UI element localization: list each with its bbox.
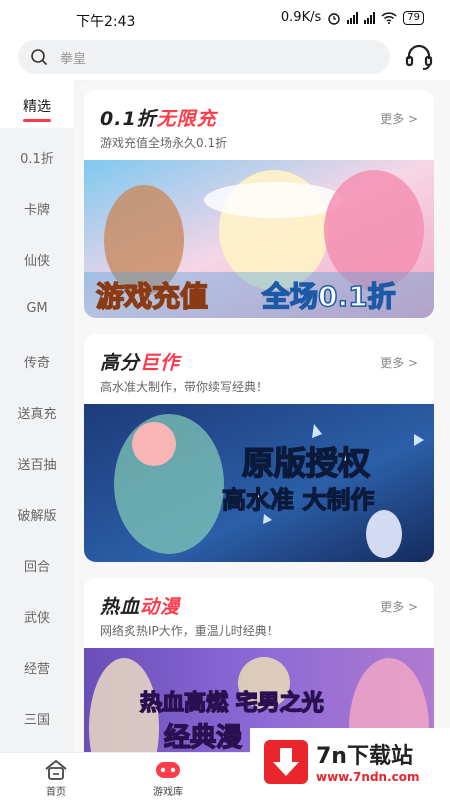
home-icon [45,759,67,780]
banner-text: 游戏充值 [96,280,208,313]
sidebar-item-xianxia[interactable]: 仙侠 [0,250,74,269]
sidebar-item-hundred-draws[interactable]: 送百抽 [0,454,74,473]
sidebar-item-three-kingdoms[interactable]: 三国 [0,709,74,728]
status-bar: 下午2:43 0.9K/s 79 [0,0,450,36]
network-speed: 0.9K/s [280,10,322,25]
banner-text: 原版授权 [242,444,370,482]
sidebar-item-label: 精选 [23,99,51,115]
sidebar-item-management[interactable]: 经营 [0,658,74,677]
sidebar-item-featured[interactable]: 精选 [0,96,74,122]
section-subtitle: 游戏充值全场永久0.1折 [100,136,228,150]
sidebar-item-gm[interactable]: GM [0,301,74,316]
wifi-icon [381,11,397,24]
nav-home[interactable]: 首页 [16,759,96,798]
search-placeholder: 拳皇 [60,51,87,67]
main-content: 0.1折无限充 游戏充值全场永久0.1折 更多 > 游戏充值 全场0.1折 高分… [74,80,450,752]
section-card-high-score: 高分巨作 高水准大制作，带你续写经典！ 更多 > 原版授权 高水准 大制作 [84,334,434,562]
status-right: 0.9K/s 79 [281,10,424,25]
site-watermark: 7n下载站 www.7ndn.com [250,728,450,800]
sidebar-item-discount[interactable]: 0.1折 [0,148,74,167]
signal-icon [347,11,359,24]
header: 拳皇 [0,36,450,80]
signal-icon-2 [364,11,376,24]
watermark-url: www.7ndn.com [316,770,420,784]
section-subtitle: 网络炙热IP大作，重温儿时经典！ [100,624,279,638]
sidebar-item-card[interactable]: 卡牌 [0,199,74,218]
banner-text: 热血高燃 宅男之光 [140,690,324,716]
sidebar-item-wuxia[interactable]: 武侠 [0,607,74,626]
more-link[interactable]: 更多 > [380,598,418,615]
nav-home-label: 首页 [46,787,66,798]
watermark-name: 7n下载站 [316,744,413,769]
banner-image[interactable]: 原版授权 高水准 大制作 [84,404,434,562]
section-card-anime: 热血动漫 网络炙热IP大作，重温儿时经典！ 更多 > 热血高燃 宅男之光 经典漫 [84,578,434,752]
nav-library-label: 游戏库 [153,787,183,798]
nav-game-library[interactable]: 游戏库 [128,759,208,798]
category-sidebar: 精选 0.1折 卡牌 仙侠 GM 传奇 送真充 送百抽 破解版 回合 武侠 经营… [0,80,74,752]
banner-text-2: 高水准 大制作 [222,486,374,514]
more-link[interactable]: 更多 > [380,354,418,371]
headset-icon[interactable] [404,42,434,72]
banner-text-2: 经典漫 [164,722,242,752]
section-title: 热血动漫 [100,596,181,618]
sidebar-item-real-charge[interactable]: 送真充 [0,403,74,422]
sidebar-item-cracked[interactable]: 破解版 [0,505,74,524]
alarm-icon [328,12,340,25]
banner-image[interactable]: 游戏充值 全场0.1折 [84,160,434,318]
section-title: 高分巨作 [100,352,181,374]
section-card-discount: 0.1折无限充 游戏充值全场永久0.1折 更多 > 游戏充值 全场0.1折 [84,90,434,318]
download-icon [264,740,308,784]
banner-text-2: 全场0.1折 [261,280,396,313]
sidebar-item-turn-based[interactable]: 回合 [0,556,74,575]
more-link[interactable]: 更多 > [380,110,418,127]
search-bar[interactable]: 拳皇 [18,40,390,74]
status-time: 下午2:43 [76,14,136,30]
active-underline [23,119,51,122]
sidebar-item-legend[interactable]: 传奇 [0,352,74,371]
search-icon [31,49,48,66]
section-title: 0.1折无限充 [100,108,217,130]
gamepad-icon [156,762,180,778]
section-subtitle: 高水准大制作，带你续写经典！ [100,380,269,394]
battery-indicator: 79 [403,10,424,25]
